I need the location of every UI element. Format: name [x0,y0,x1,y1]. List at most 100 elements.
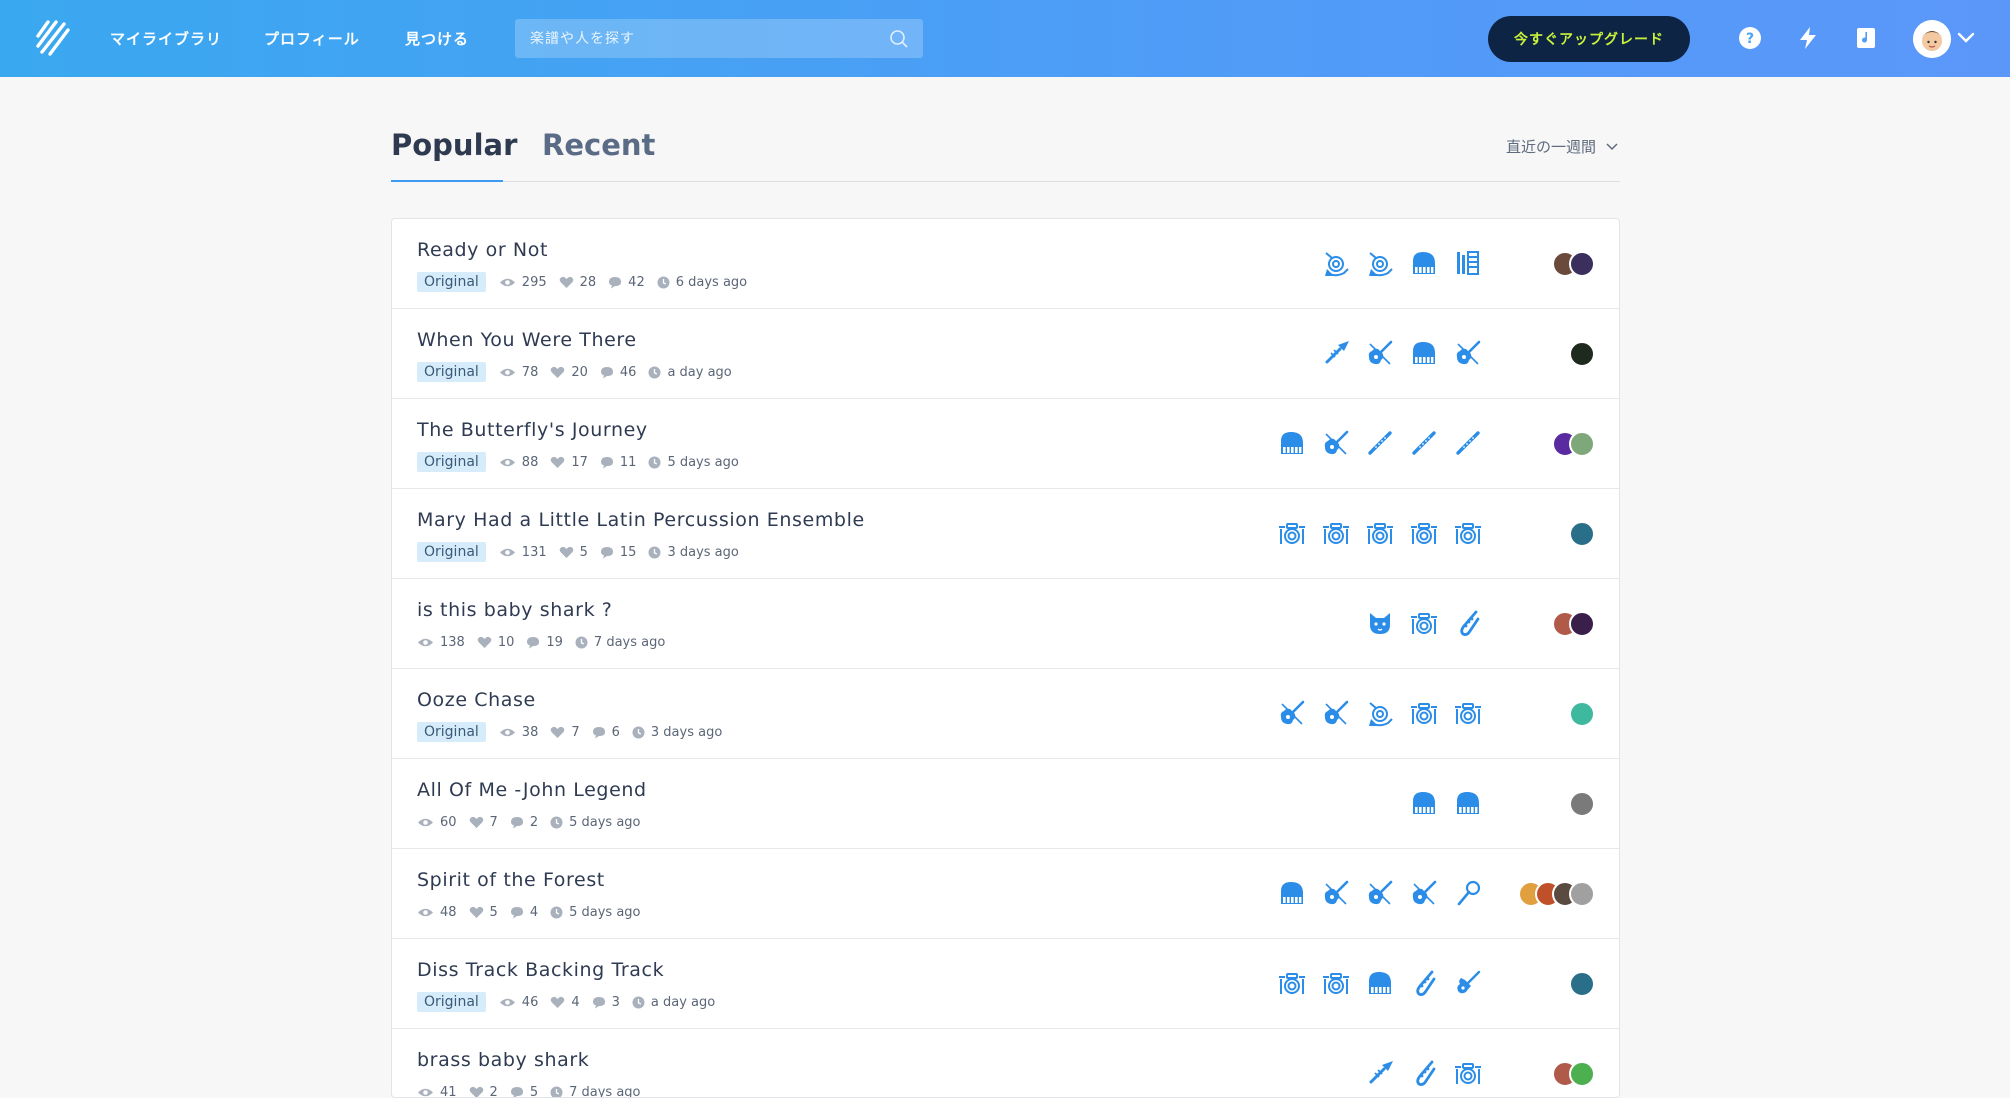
score-title[interactable]: Ooze Chase [417,689,536,711]
heart-icon [550,366,571,379]
collaborator-avatar[interactable] [1569,611,1595,637]
score-title[interactable]: Ready or Not [417,239,548,261]
comments-stat: 5 [510,1085,538,1097]
time-stat: 7 days ago [575,635,665,650]
lightning-icon[interactable] [1795,25,1821,51]
saxophone-icon [1410,1059,1438,1087]
microphone-icon [1454,879,1482,907]
clock-icon [632,996,651,1009]
instrument-list [1278,519,1482,547]
comments-stat: 6 [592,725,620,740]
time-stat: a day ago [632,995,715,1010]
help-icon[interactable]: ? [1737,25,1763,51]
time-stat: a day ago [648,365,732,380]
heart-icon [550,996,571,1009]
user-avatar[interactable] [1913,20,1951,58]
collaborator-avatar[interactable] [1569,1061,1595,1087]
nav-profile[interactable]: プロフィール [264,28,360,49]
time-ago: 5 days ago [569,904,641,920]
drums-icon [1410,519,1438,547]
search-input[interactable] [530,30,870,47]
comment-icon [526,636,546,649]
score-row[interactable]: Mary Had a Little Latin Percussion Ensem… [392,489,1619,579]
score-row[interactable]: is this baby shark ? 138 10 19 7 days ag… [392,579,1619,669]
likes-stat: 10 [477,634,515,650]
collaborator-avatar[interactable] [1569,341,1595,367]
chevron-down-icon [1606,142,1618,151]
score-title[interactable]: Diss Track Backing Track [417,959,664,981]
collaborator-avatar[interactable] [1569,971,1595,997]
score-title[interactable]: The Butterfly's Journey [417,419,648,441]
score-title[interactable]: Spirit of the Forest [417,869,605,891]
score-row[interactable]: All Of Me -John Legend 60 7 2 5 days ago [392,759,1619,849]
clock-icon [550,1086,569,1097]
score-row[interactable]: brass baby shark 41 2 5 7 days ago [392,1029,1619,1098]
chevron-down-icon[interactable] [1957,32,1975,44]
eye-icon [417,817,440,828]
score-row[interactable]: Diss Track Backing Track Original 46 4 3… [392,939,1619,1029]
instrument-list [1278,879,1482,907]
marimba-icon [1454,249,1482,277]
comments-count: 15 [619,544,637,560]
eye-icon [499,997,522,1008]
collaborator-avatars [1552,251,1595,277]
likes-stat: 5 [469,905,498,920]
collaborator-avatars [1569,521,1595,547]
top-navigation-bar: マイライブラリ プロフィール 見つける 今すぐアップグレード ? [0,0,2010,77]
score-title[interactable]: All Of Me -John Legend [417,779,647,801]
period-dropdown[interactable]: 直近の一週間 [1506,136,1618,157]
clock-icon [550,816,569,829]
saxophone-icon [1410,969,1438,997]
eye-icon [417,637,440,648]
nav-my-library[interactable]: マイライブラリ [110,28,222,49]
comment-icon [600,456,620,469]
score-title[interactable]: When You Were There [417,329,637,351]
score-title[interactable]: brass baby shark [417,1049,589,1071]
search-icon[interactable] [889,29,909,49]
comments-count: 4 [529,904,539,920]
eye-icon [499,727,522,738]
nav-discover[interactable]: 見つける [405,28,469,49]
guitar-icon [1278,699,1306,727]
collaborator-avatar[interactable] [1569,251,1595,277]
upgrade-button[interactable]: 今すぐアップグレード [1488,16,1690,62]
likes-count: 17 [571,454,588,470]
collaborator-avatar[interactable] [1569,521,1595,547]
score-row[interactable]: When You Were There Original 78 20 46 a … [392,309,1619,399]
views-stat: 138 [417,635,465,650]
time-stat: 5 days ago [550,815,641,830]
eye-icon [417,1087,440,1098]
collaborator-avatars [1569,791,1595,817]
comment-icon [592,726,612,739]
drums-icon [1278,519,1306,547]
score-title[interactable]: is this baby shark ? [417,599,613,621]
logo-icon[interactable] [34,18,74,58]
instrument-list [1366,1059,1482,1087]
french-horn-icon [1322,249,1350,277]
songbook-icon[interactable] [1853,25,1879,51]
likes-count: 10 [497,634,515,650]
score-row[interactable]: Spirit of the Forest 48 5 4 5 days ago [392,849,1619,939]
collaborator-avatar[interactable] [1569,431,1595,457]
views-stat: 88 [499,455,538,470]
collaborator-avatar[interactable] [1569,881,1595,907]
piano-icon [1410,339,1438,367]
score-row[interactable]: Ooze Chase Original 38 7 6 3 days ago [392,669,1619,759]
collaborator-avatar[interactable] [1569,701,1595,727]
drums-icon [1278,969,1306,997]
likes-count: 7 [571,724,580,740]
time-stat: 5 days ago [550,904,641,920]
collaborator-avatars [1569,341,1595,367]
likes-stat: 28 [559,275,596,290]
instrument-list [1410,789,1482,817]
saxophone-icon [1454,609,1482,637]
comments-count: 6 [611,724,620,740]
collaborator-avatars [1552,431,1595,457]
collaborator-avatar[interactable] [1569,791,1595,817]
score-row[interactable]: The Butterfly's Journey Original 88 17 1… [392,399,1619,489]
score-title[interactable]: Mary Had a Little Latin Percussion Ensem… [417,509,865,531]
tab-recent[interactable]: Recent [542,128,655,162]
comments-stat: 4 [510,905,538,920]
score-row[interactable]: Ready or Not Original 295 28 42 6 days a… [392,219,1619,309]
tab-popular[interactable]: Popular [391,128,517,162]
